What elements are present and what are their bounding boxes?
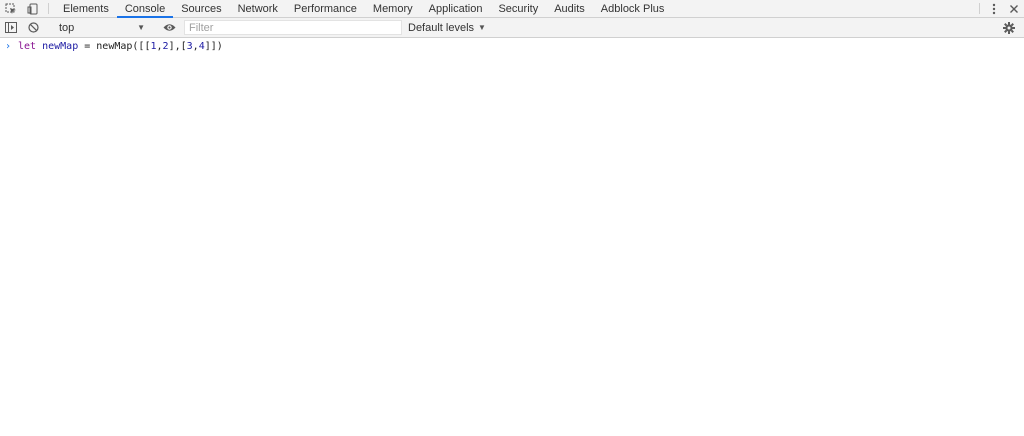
- context-select-value: top: [59, 21, 75, 34]
- console-toolbar: top ▼ Default levels ▼: [0, 18, 1024, 38]
- code-token-kw: let: [18, 40, 37, 52]
- show-sidebar-icon[interactable]: [0, 22, 22, 33]
- live-expression-eye-icon[interactable]: [158, 23, 180, 32]
- code-token-plain: =: [78, 40, 97, 52]
- tab-network[interactable]: Network: [230, 0, 286, 17]
- close-icon[interactable]: [1004, 0, 1024, 17]
- console-input-line[interactable]: › let newMap = newMap([[1,2],[3,4]]): [0, 38, 1024, 54]
- more-options-icon[interactable]: [984, 0, 1004, 17]
- clear-console-icon[interactable]: [22, 22, 44, 33]
- tab-audits[interactable]: Audits: [546, 0, 593, 17]
- settings-gear-icon[interactable]: [998, 21, 1020, 34]
- code-token-plain: ],[: [168, 40, 187, 52]
- devtools-window: Elements Console Sources Network Perform…: [0, 0, 1024, 436]
- dropdown-caret-icon: ▼: [478, 23, 486, 32]
- panel-tabs: Elements Console Sources Network Perform…: [55, 0, 673, 18]
- device-toolbar-icon[interactable]: [22, 0, 44, 17]
- tab-security[interactable]: Security: [490, 0, 546, 17]
- tab-adblock-plus[interactable]: Adblock Plus: [593, 0, 673, 17]
- devtools-tab-bar: Elements Console Sources Network Perform…: [0, 0, 1024, 18]
- toolbar-divider: [979, 3, 980, 14]
- log-levels-dropdown[interactable]: Default levels ▼: [408, 22, 486, 34]
- code-token-plain: ]]): [204, 40, 223, 52]
- tab-sources[interactable]: Sources: [173, 0, 229, 17]
- code-token-plain: ([[: [132, 40, 151, 52]
- context-select[interactable]: top ▼: [53, 18, 149, 37]
- tab-console[interactable]: Console: [116, 0, 174, 18]
- inspect-element-icon[interactable]: [0, 0, 22, 17]
- tab-performance[interactable]: Performance: [286, 0, 365, 17]
- code-token-ident: newMap: [42, 40, 79, 52]
- tab-memory[interactable]: Memory: [365, 0, 421, 17]
- toolbar-divider: [48, 3, 49, 14]
- console-output[interactable]: › let newMap = newMap([[1,2],[3,4]]): [0, 38, 1024, 436]
- tab-elements[interactable]: Elements: [55, 0, 117, 17]
- console-input-code: let newMap = newMap([[1,2],[3,4]]): [18, 41, 223, 52]
- filter-box: [184, 20, 402, 35]
- dropdown-caret-icon: ▼: [137, 23, 145, 32]
- filter-input[interactable]: [185, 21, 401, 34]
- log-levels-label: Default levels: [408, 21, 475, 34]
- code-token-plain: newMap: [96, 40, 133, 52]
- prompt-chevron-icon: ›: [5, 40, 12, 52]
- tab-application[interactable]: Application: [421, 0, 491, 17]
